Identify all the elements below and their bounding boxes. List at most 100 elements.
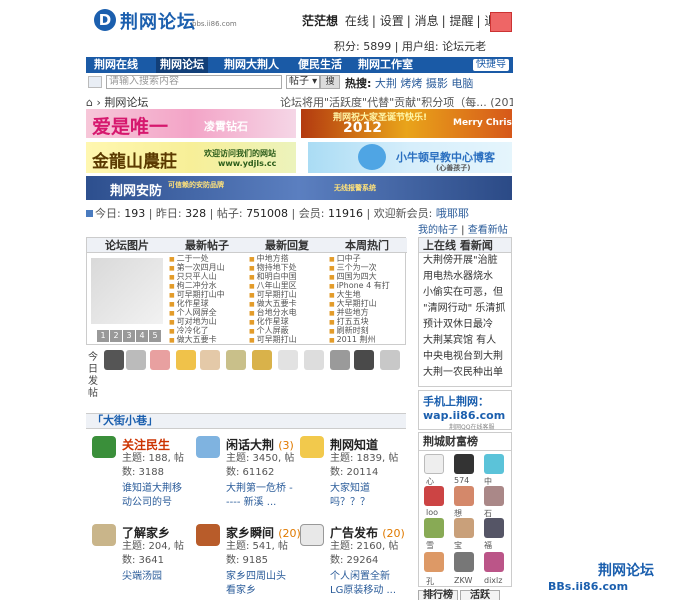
list-item[interactable]: 枸二冲分水: [169, 281, 245, 290]
rank-name[interactable]: dixlz: [484, 576, 502, 585]
user-avatar[interactable]: [490, 12, 512, 32]
rank-name[interactable]: 福: [484, 540, 492, 551]
tab-weekly-hot[interactable]: 本周热门: [327, 238, 407, 253]
tab-latest-posts[interactable]: 最新帖子: [167, 238, 247, 253]
news-item[interactable]: 用电热水器烧水: [419, 269, 511, 285]
avatar[interactable]: [354, 350, 374, 370]
list-item[interactable]: 可早期打山: [249, 335, 325, 344]
list-item[interactable]: 口中子: [329, 254, 405, 263]
search-type-select[interactable]: 帖子 ▾: [286, 75, 320, 89]
list-item[interactable]: 打五五块: [329, 317, 405, 326]
home-icon[interactable]: ⌂: [86, 96, 93, 109]
list-item[interactable]: 大早期打山: [329, 299, 405, 308]
tab-latest-replies[interactable]: 最新回复: [247, 238, 327, 253]
list-item[interactable]: 刷新时刻: [329, 326, 405, 335]
hot-term[interactable]: 大荆: [375, 77, 397, 90]
list-item[interactable]: 个人屏蔽: [249, 326, 325, 335]
avatar[interactable]: [126, 350, 146, 370]
list-item[interactable]: 冷冷化了: [169, 326, 245, 335]
forum-last-post[interactable]: 大荆第一危桥 -: [226, 482, 293, 496]
list-item[interactable]: 做大五要卡: [169, 335, 245, 344]
rank-name[interactable]: 宝: [454, 540, 462, 551]
list-item[interactable]: 并些地方: [329, 308, 405, 317]
avatar[interactable]: [380, 350, 400, 370]
tab-active[interactable]: 活跃: [460, 590, 500, 600]
avatar[interactable]: [278, 350, 298, 370]
list-item[interactable]: 三个为一次: [329, 263, 405, 272]
site-logo[interactable]: D 荆网论坛 bbs.ii86.com: [92, 6, 237, 36]
list-item[interactable]: 个人网屏全: [169, 308, 245, 317]
avatar[interactable]: [200, 350, 220, 370]
news-item[interactable]: 预计双休日最冷: [419, 317, 511, 333]
avatar[interactable]: [484, 552, 504, 572]
view-new-link[interactable]: 查看新帖: [468, 225, 508, 236]
forum-item[interactable]: 关注民生 主题: 188, 帖 数: 3188 谁知道大荆移 动公司的号: [92, 436, 196, 516]
list-item[interactable]: 和明白中国: [249, 272, 325, 281]
forum-last-post[interactable]: 看家乡: [226, 584, 256, 598]
slideshow-image[interactable]: [91, 258, 163, 324]
avatar[interactable]: [424, 552, 444, 572]
avatar[interactable]: [226, 350, 246, 370]
list-item[interactable]: 化作星球: [169, 299, 245, 308]
news-item[interactable]: 中央电视台到大荆: [419, 349, 511, 365]
forum-item[interactable]: 家乡瞬间 (20) 主题: 541, 帖 数: 9185 家乡四周山头 看家乡: [196, 524, 301, 600]
section-header[interactable]: 「大街小巷」: [86, 413, 406, 429]
avatar[interactable]: [424, 454, 444, 474]
news-item[interactable]: 大荆某宾馆 有人: [419, 333, 511, 349]
list-item[interactable]: 物持地下处: [249, 263, 325, 272]
avatar[interactable]: [150, 350, 170, 370]
avatar[interactable]: [454, 552, 474, 572]
list-item[interactable]: 可对地为山: [169, 317, 245, 326]
avatar[interactable]: [454, 454, 474, 474]
my-posts-link[interactable]: 我的帖子: [418, 225, 458, 236]
search-button[interactable]: 搜: [320, 75, 340, 89]
rank-name[interactable]: 雪: [426, 540, 434, 551]
list-item[interactable]: 第一次四月山: [169, 263, 245, 272]
avatar[interactable]: [454, 518, 474, 538]
rank-name[interactable]: ZKW: [454, 576, 472, 585]
forum-last-post[interactable]: 谁知道大荆移: [122, 482, 182, 496]
forum-last-post[interactable]: 个人闲置全新: [330, 570, 390, 584]
avatar[interactable]: [104, 350, 124, 370]
forum-last-post[interactable]: 家乡四周山头: [226, 570, 286, 584]
mobile-url[interactable]: wap.ii86.com: [423, 409, 505, 422]
banner-kids[interactable]: 小牛顿早教中心博客 (心善孩子): [308, 142, 512, 173]
avatar[interactable]: [424, 518, 444, 538]
nav-item-online[interactable]: 荆网在线: [94, 57, 138, 73]
avatar[interactable]: [484, 486, 504, 506]
list-item[interactable]: 可早期打山: [249, 290, 325, 299]
wealth-header[interactable]: 荆城财富榜: [419, 433, 511, 451]
list-item[interactable]: 只只平人山: [169, 272, 245, 281]
nav-item-life[interactable]: 便民生活: [298, 57, 342, 73]
settings-link[interactable]: 设置: [380, 14, 404, 28]
online-news-header[interactable]: 上在线 看新闻: [419, 238, 511, 253]
avatar[interactable]: [176, 350, 196, 370]
news-item[interactable]: 大荆傍开展"治脏: [419, 253, 511, 269]
forum-item[interactable]: 闲话大荆 (3) 主题: 3450, 帖 数: 61162 大荆第一危桥 - -…: [196, 436, 300, 516]
tab-images[interactable]: 论坛图片: [87, 238, 167, 253]
nav-item-forum[interactable]: 荆网论坛: [156, 57, 208, 73]
forum-last-post[interactable]: LG原装移动 ...: [330, 584, 396, 598]
avatar[interactable]: [330, 350, 350, 370]
list-item[interactable]: 八年山里区: [249, 281, 325, 290]
list-item[interactable]: iPhone 4 有打: [329, 281, 405, 290]
forum-item[interactable]: 了解家乡 主题: 204, 帖 数: 3641 尖端汤园: [92, 524, 196, 600]
list-item[interactable]: 台地分水电: [249, 308, 325, 317]
avatar[interactable]: [484, 454, 504, 474]
rank-name[interactable]: 孔: [426, 576, 434, 587]
forum-last-post[interactable]: ---- 新溪 ...: [226, 496, 276, 510]
list-item[interactable]: 2011 荆州: [329, 335, 405, 344]
avatar[interactable]: [424, 486, 444, 506]
news-item[interactable]: 大荆一农民种出单: [419, 365, 511, 381]
forum-last-post[interactable]: 尖端汤园: [122, 570, 162, 584]
list-item[interactable]: 二于一处: [169, 254, 245, 263]
hot-term[interactable]: 烤烤: [400, 77, 422, 90]
pager-dot[interactable]: 5: [149, 330, 161, 342]
list-item[interactable]: 大生地: [329, 290, 405, 299]
avatar[interactable]: [484, 518, 504, 538]
quick-nav-button[interactable]: 快捷导: [473, 59, 509, 71]
pager-dot[interactable]: 3: [123, 330, 135, 342]
news-item[interactable]: 小偷实在可恶，但: [419, 285, 511, 301]
nav-item-people[interactable]: 荆网大荆人: [224, 57, 279, 73]
pager-dot[interactable]: 1: [97, 330, 109, 342]
